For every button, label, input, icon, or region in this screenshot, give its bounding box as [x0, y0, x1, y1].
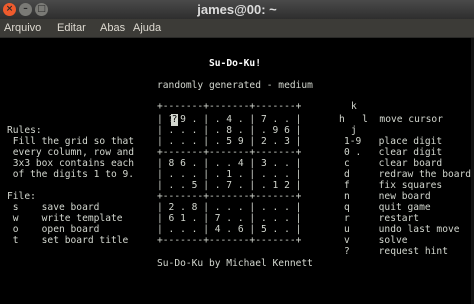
key-line: r restart — [344, 213, 420, 224]
key-line: v solve — [344, 235, 408, 246]
rules-line: every column, row and — [7, 147, 135, 158]
board-line: | 8 6 . | . . 4 | 3 . . | — [157, 158, 302, 169]
window-title: james@00: ~ — [197, 2, 277, 17]
cursor-digit: ? — [171, 114, 178, 125]
board-line: | . . 5 | . 7 . | . 1 2 | — [157, 180, 302, 191]
file-line: o open board — [7, 224, 100, 235]
board-line: +-------+-------+-------+ — [157, 235, 302, 246]
key-line: d redraw the board — [344, 169, 472, 180]
board-line: +-------+-------+-------+ — [157, 191, 302, 202]
board-line: | 6 1 . | 7 . . | . . . | — [157, 213, 302, 224]
menu-abas[interactable]: Abas — [100, 19, 125, 37]
board-line: | . . . | . 8 . | . 9 6 | — [157, 125, 302, 136]
file-line: w write template — [7, 213, 123, 224]
window-titlebar: × – □ james@00: ~ — [0, 0, 474, 19]
board-line: +-------+-------+-------+ — [157, 147, 302, 158]
board-line: +-------+-------+-------+ — [157, 101, 302, 112]
rules-line: of the digits 1 to 9. — [7, 169, 135, 180]
menu-arquivo[interactable]: Arquivo — [4, 19, 41, 37]
board-line: | ? 9 . | . 4 . | 7 . . | — [157, 114, 302, 125]
key-j: j — [351, 125, 357, 136]
key-k: k — [351, 101, 357, 112]
game-title: Su-Do-Ku! — [209, 58, 261, 69]
menu-editar[interactable]: Editar — [57, 19, 86, 37]
key-line: n new board — [344, 191, 431, 202]
board-line: | . . . | . 1 . | . . . | — [157, 169, 302, 180]
board-line: | 2 . 8 | . . . | . . . | — [157, 202, 302, 213]
menu-ajuda[interactable]: Ajuda — [133, 19, 161, 37]
key-move-cursor: h l move cursor — [339, 114, 443, 125]
board-line: | . . . | 4 . 6 | 5 . . | — [157, 224, 302, 235]
rules-heading: Rules: — [7, 125, 42, 136]
key-line: ? request hint — [344, 246, 448, 257]
board-line: | . . . | . 5 9 | 2 . 3 | — [157, 136, 302, 147]
key-line: f fix squares — [344, 180, 443, 191]
game-footer: Su-Do-Ku by Michael Kennett — [157, 258, 313, 269]
game-subtitle: randomly generated - medium — [157, 80, 313, 91]
key-line: u undo last move — [344, 224, 460, 235]
key-line: 1-9 place digit — [344, 136, 443, 147]
menubar: Arquivo Editar Abas Ajuda — [0, 19, 474, 38]
rules-line: 3x3 box contains each — [7, 158, 135, 169]
key-line: q quit game — [344, 202, 431, 213]
file-line: t set board title — [7, 235, 129, 246]
file-line: s save board — [7, 202, 100, 213]
file-heading: File: — [7, 191, 36, 202]
rules-line: Fill the grid so that — [7, 136, 135, 147]
key-line: 0 . clear digit — [344, 147, 443, 158]
board-cursor: ? — [171, 114, 178, 126]
key-line: c clear board — [344, 158, 443, 169]
